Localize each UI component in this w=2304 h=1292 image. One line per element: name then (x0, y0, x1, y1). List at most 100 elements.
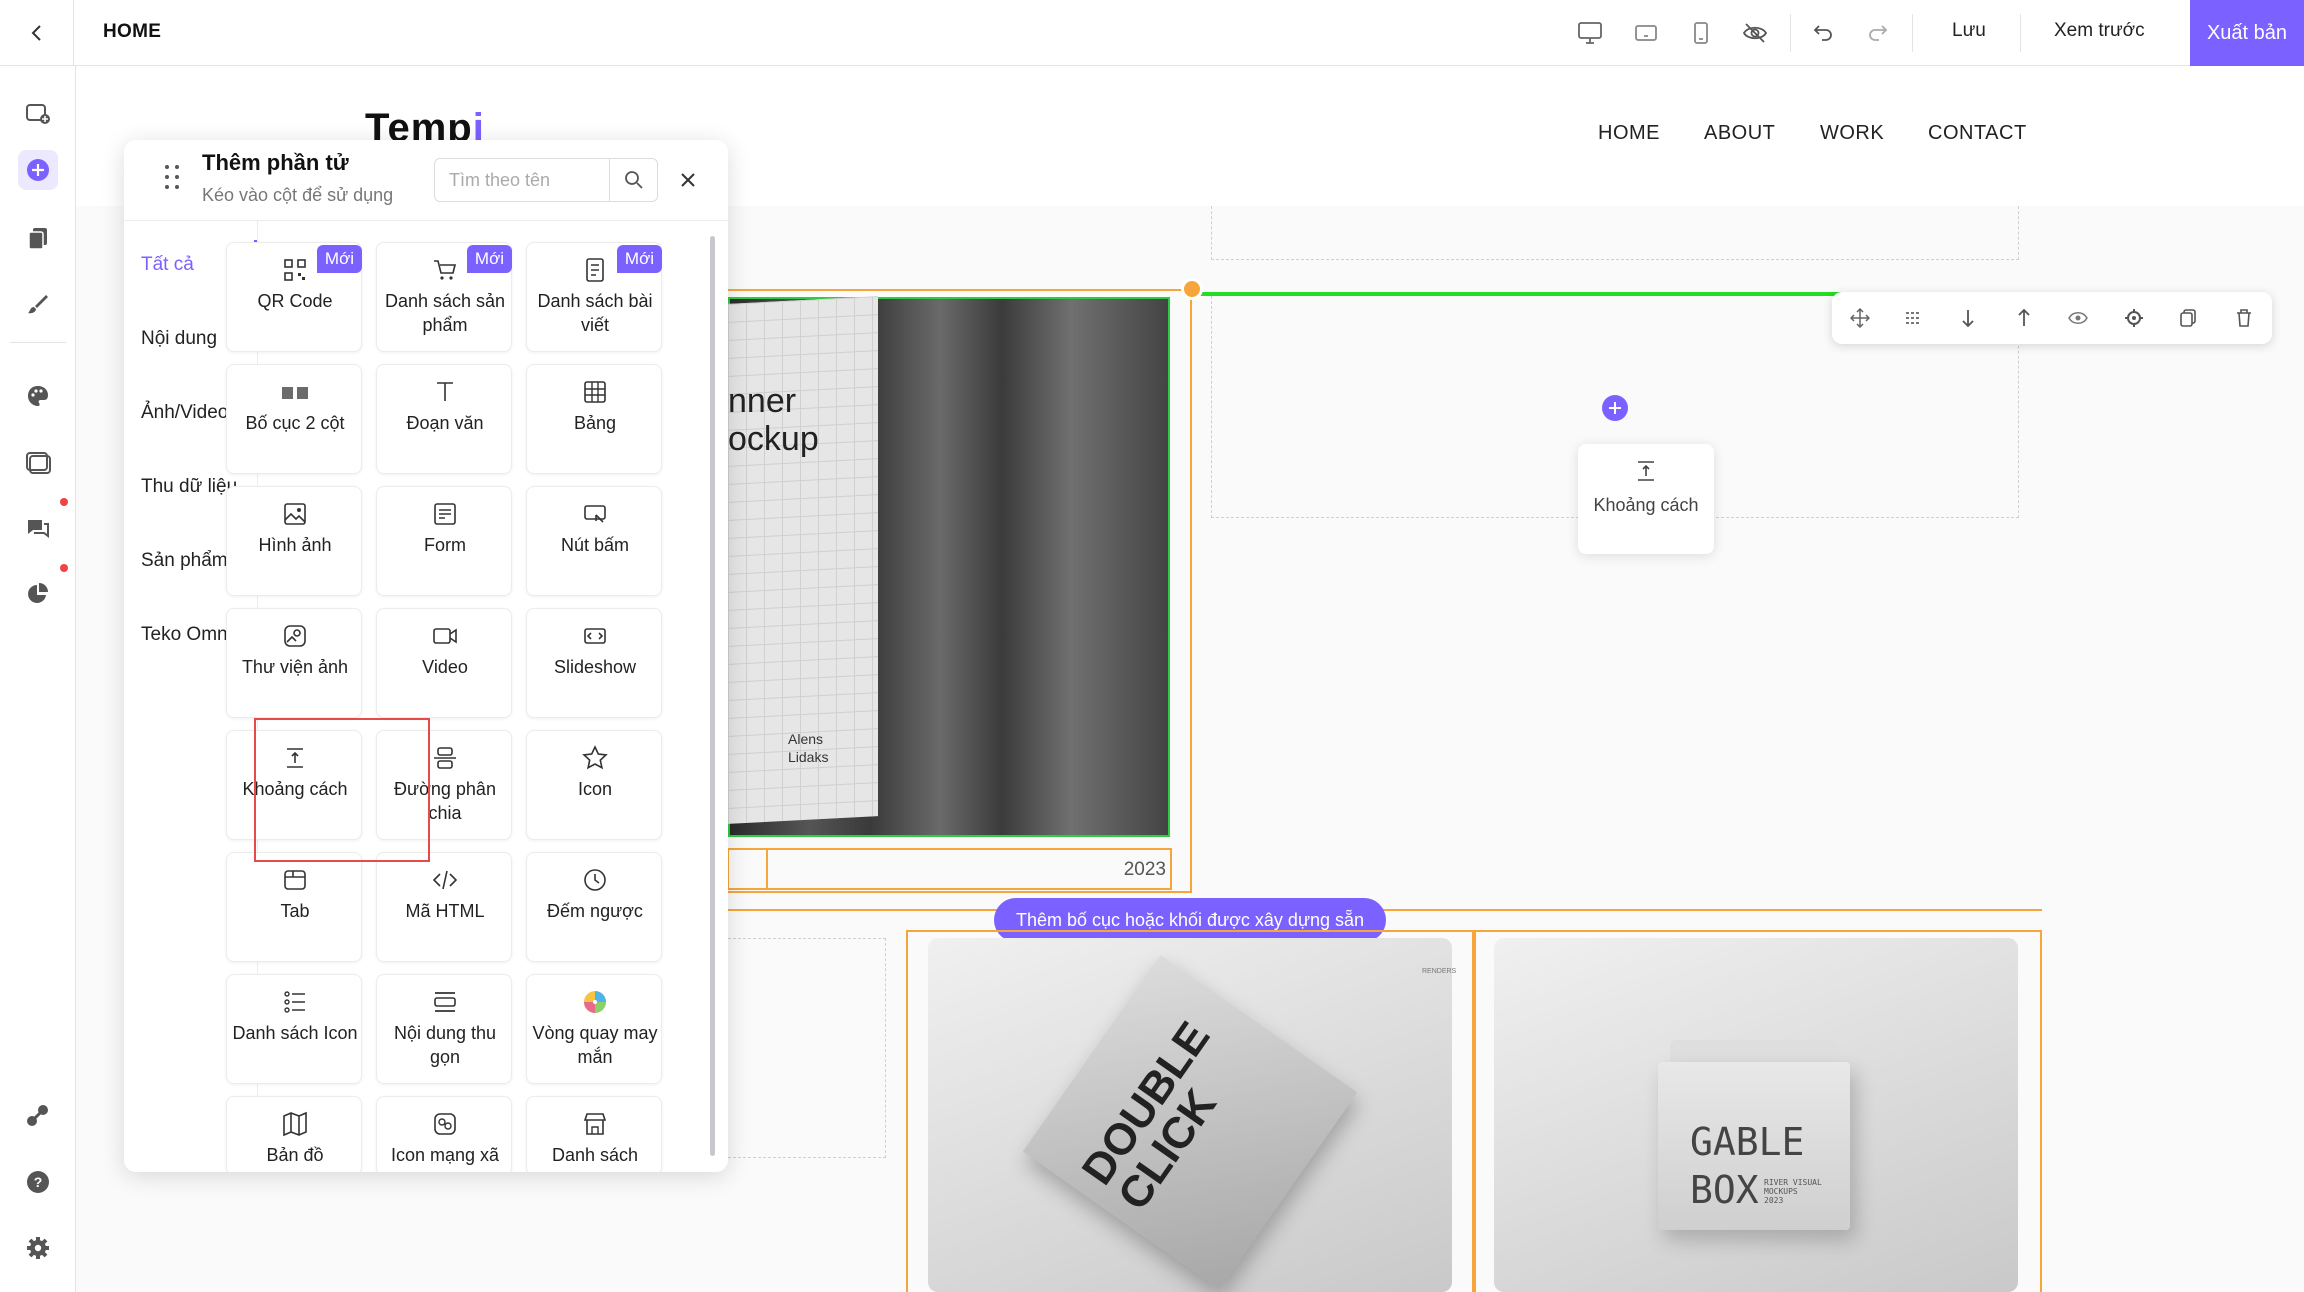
trash-icon (2237, 309, 2251, 327)
element-tile-social[interactable]: Icon mạng xã (376, 1096, 512, 1172)
element-tile-cart[interactable]: Danh sách sản phẩm Mới (376, 242, 512, 352)
page-name[interactable]: HOME (103, 21, 161, 43)
duplicate-button[interactable] (2172, 302, 2204, 334)
element-tile-gallery[interactable]: Thư viện ảnh (226, 608, 362, 718)
top-bar: HOME Lưu Xem trước Xuất bản (0, 0, 2304, 66)
tablet-view-button[interactable] (1629, 16, 1663, 50)
element-tile-label: Danh sách (551, 1145, 639, 1165)
nav-home[interactable]: HOME (1598, 122, 1660, 145)
rail-chat-button[interactable] (18, 508, 58, 548)
dragging-spacing-element[interactable]: Khoảng cách (1578, 444, 1714, 554)
table-icon (584, 381, 606, 403)
rail-add-element-button[interactable] (18, 150, 58, 190)
publish-button[interactable]: Xuất bản (2190, 0, 2304, 66)
element-tile-tab[interactable]: Tab (226, 852, 362, 962)
element-tile-form[interactable]: Form (376, 486, 512, 596)
element-tile-store[interactable]: Danh sách (526, 1096, 662, 1172)
element-tile-qr[interactable]: QR Code Mới (226, 242, 362, 352)
visibility-button[interactable] (2062, 302, 2094, 334)
preview-button[interactable]: Xem trước (2054, 20, 2145, 42)
element-tile-text[interactable]: Đoạn văn (376, 364, 512, 474)
element-tile-lucky-wheel[interactable]: Vòng quay may mắn (526, 974, 662, 1084)
element-tile-map[interactable]: Bản đồ (226, 1096, 362, 1172)
empty-column[interactable] (1211, 206, 2019, 260)
collapse-icon (434, 992, 456, 1012)
element-tile-button[interactable]: Nút bấm (526, 486, 662, 596)
notification-dot (60, 498, 68, 506)
rail-popup-button[interactable] (18, 442, 58, 482)
empty-column[interactable] (728, 938, 886, 1158)
rail-pages-button[interactable] (18, 218, 58, 258)
category-content[interactable]: Nội dung (141, 328, 217, 350)
rail-settings-button[interactable] (18, 1228, 58, 1268)
cart-icon (434, 260, 457, 280)
element-tile-label: Video (422, 657, 468, 677)
nav-about[interactable]: ABOUT (1704, 122, 1775, 145)
panel-subtitle: Kéo vào cột để sử dụng (202, 185, 394, 205)
rail-help-button[interactable]: ? (18, 1162, 58, 1202)
rail-add-page-button[interactable] (18, 94, 58, 134)
element-tile-table[interactable]: Bảng (526, 364, 662, 474)
element-tile-document[interactable]: Danh sách bài viết Mới (526, 242, 662, 352)
hide-elements-button[interactable] (1738, 16, 1772, 50)
highlight-frame (254, 718, 430, 862)
rail-design-button[interactable] (18, 284, 58, 324)
nav-work[interactable]: WORK (1820, 122, 1884, 145)
chevron-left-icon (31, 25, 41, 41)
plus-circle-icon (27, 159, 49, 181)
element-tile-slideshow[interactable]: Slideshow (526, 608, 662, 718)
element-tile-video[interactable]: Video (376, 608, 512, 718)
category-all[interactable]: Tất cả (141, 254, 194, 276)
tablet-icon (1635, 25, 1657, 41)
columns-button[interactable] (1898, 302, 1930, 334)
element-tile-label: Mã HTML (405, 901, 485, 921)
video-icon (433, 628, 457, 644)
category-products[interactable]: Sản phẩm (141, 550, 228, 572)
element-tile-image[interactable]: Hình ảnh (226, 486, 362, 596)
nav-contact[interactable]: CONTACT (1928, 122, 2027, 145)
element-tile-code[interactable]: Mã HTML (376, 852, 512, 962)
search-icon (624, 171, 643, 189)
panel-scrollbar[interactable] (710, 236, 715, 1156)
rail-analytics-button[interactable] (18, 574, 58, 614)
integrations-icon (27, 1105, 48, 1126)
mobile-view-button[interactable] (1684, 16, 1718, 50)
save-button[interactable]: Lưu (1952, 20, 1986, 42)
undo-button[interactable] (1806, 16, 1840, 50)
panel-title: Thêm phần tử (202, 150, 349, 175)
element-tile-collapse[interactable]: Nội dung thu gọn (376, 974, 512, 1084)
rail-integrations-button[interactable] (18, 1096, 58, 1136)
delete-button[interactable] (2228, 302, 2260, 334)
panel-divider (124, 220, 728, 221)
back-button[interactable] (0, 0, 74, 66)
search-button[interactable] (609, 159, 657, 201)
element-tile-label: Form (424, 535, 466, 555)
two-columns-icon (282, 387, 308, 399)
category-data-collection[interactable]: Thu dữ liệu (141, 476, 237, 498)
new-badge: Mới (316, 245, 362, 273)
element-tile-clock[interactable]: Đếm ngược (526, 852, 662, 962)
add-element-panel: Thêm phần tử Kéo vào cột để sử dụng Tất … (124, 140, 728, 1172)
search-input[interactable] (435, 159, 609, 201)
close-panel-button[interactable] (670, 162, 706, 198)
drag-handle-icon[interactable] (162, 162, 182, 192)
notification-dot (60, 564, 68, 572)
rail-theme-button[interactable] (18, 376, 58, 416)
redo-button[interactable] (1861, 16, 1895, 50)
element-tile-two-columns[interactable]: Bố cục 2 cột (226, 364, 362, 474)
element-tile-star[interactable]: Icon (526, 730, 662, 840)
move-up-button[interactable] (2008, 302, 2040, 334)
category-teko-omni[interactable]: Teko Omni (141, 624, 232, 646)
year-cell[interactable]: 2023 (766, 848, 1172, 890)
banner-text: ockup (728, 420, 819, 458)
desktop-view-button[interactable] (1573, 16, 1607, 50)
category-media[interactable]: Ảnh/Video (141, 402, 228, 424)
move-button[interactable] (1844, 302, 1876, 334)
element-settings-button[interactable] (2118, 302, 2150, 334)
element-tile-label: Tab (280, 901, 310, 921)
move-down-button[interactable] (1952, 302, 1984, 334)
element-tile-label: Bảng (573, 413, 617, 433)
add-element-plus-button[interactable] (1602, 395, 1628, 421)
caption-cell[interactable] (727, 848, 767, 890)
element-tile-icon-list[interactable]: Danh sách Icon (226, 974, 362, 1084)
